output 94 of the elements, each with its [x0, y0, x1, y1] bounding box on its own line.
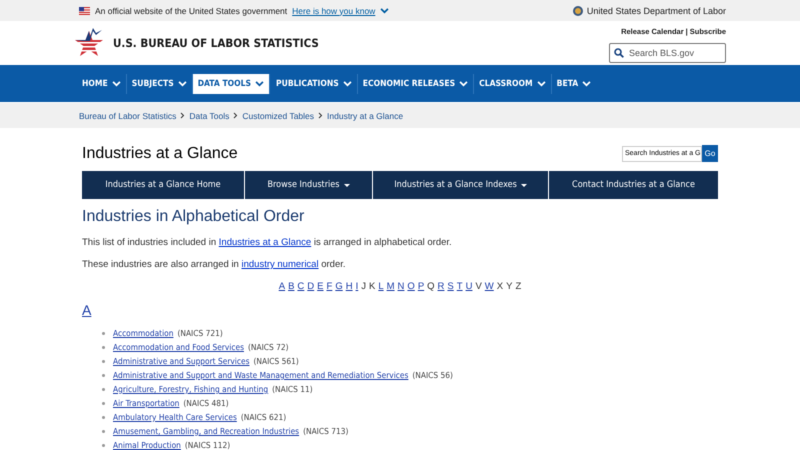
bullet-icon — [102, 374, 105, 376]
industry-link[interactable]: Agriculture, Forestry, Fishing and Hunting — [113, 384, 268, 394]
letter-anchor-link[interactable]: A — [82, 302, 92, 318]
chevron-icon — [318, 112, 324, 119]
chevron-icon — [112, 80, 121, 86]
naics-code: (NAICS 481) — [183, 398, 229, 408]
nav-tab[interactable]: DATA TOOLS — [192, 74, 270, 94]
flag-icon — [79, 6, 90, 14]
department-name: United States Department of Labor — [586, 6, 726, 16]
bullet-icon — [102, 332, 105, 334]
chevron-icon — [180, 112, 186, 119]
section-heading: Industries in Alphabetical Order — [82, 207, 306, 227]
subnav-tab[interactable]: Contact Industries at a Glance — [549, 171, 718, 199]
chevron-icon — [342, 80, 352, 86]
paragraph: This list of industries included in Industries at a Glance is arranged in alphabetical order. — [82, 237, 453, 249]
letter-link[interactable]: R — [438, 281, 444, 292]
naics-code: (NAICS 112) — [184, 440, 230, 450]
go-button[interactable]: Go — [702, 145, 718, 162]
page-title: Industries at a Glance — [82, 144, 238, 164]
how-you-know-link[interactable]: Here is how you know — [292, 6, 376, 16]
letter-link[interactable]: H — [346, 281, 353, 292]
site-title: U.S. BUREAU OF LABOR STATISTICS — [113, 36, 320, 50]
letter: V — [475, 281, 482, 292]
bullet-icon — [102, 402, 105, 404]
text-link[interactable]: Industries at a Glance — [218, 237, 312, 248]
bullet-icon — [102, 416, 105, 418]
official-site-text: An official website of the United States government — [95, 6, 288, 16]
industry-link[interactable]: Amusement, Gambling, and Recreation Industries — [113, 426, 300, 436]
text-link[interactable]: industry numerical — [241, 259, 319, 270]
industry-link[interactable]: Air Transportation — [113, 398, 180, 408]
letter-link[interactable]: M — [386, 281, 395, 292]
chevron-icon — [233, 112, 238, 119]
chevron-icon — [582, 80, 592, 86]
naics-code: (NAICS 561) — [253, 356, 299, 366]
letter-link[interactable]: N — [398, 281, 404, 292]
letter-link[interactable]: B — [288, 281, 294, 292]
breadcrumb-link[interactable]: Customized Tables — [242, 110, 314, 120]
industry-link[interactable]: Accommodation — [113, 328, 174, 338]
letter-link[interactable]: A — [278, 281, 286, 292]
naics-code: (NAICS 56) — [412, 370, 453, 380]
subnav-tab[interactable]: Industries at a Glance Home — [82, 171, 244, 199]
naics-code: (NAICS 721) — [177, 328, 223, 338]
naics-code: (NAICS 72) — [248, 342, 289, 352]
naics-code: (NAICS 621) — [240, 412, 286, 422]
nav-tab[interactable]: HOME — [77, 74, 127, 94]
letter-link[interactable]: P — [418, 281, 424, 292]
letter: Q — [427, 281, 435, 292]
search-icon — [614, 48, 624, 58]
letter-link[interactable]: S — [447, 281, 454, 292]
nav-tab[interactable]: CLASSROOM — [474, 74, 552, 94]
letter-link[interactable]: D — [307, 281, 314, 292]
letter-link[interactable]: G — [335, 281, 343, 292]
subnav-tab[interactable]: Industries at a Glance Indexes — [373, 171, 548, 199]
chevron-icon — [536, 80, 546, 86]
letter-link[interactable]: U — [466, 281, 472, 292]
letter-link[interactable]: I — [356, 281, 358, 292]
industry-link[interactable]: Administrative and Support and Waste Management and Remediation Services — [113, 370, 408, 380]
nav-tab[interactable]: PUBLICATIONS — [271, 74, 358, 94]
letter: J — [361, 281, 366, 292]
letter-link[interactable]: E — [317, 281, 324, 292]
letter: X — [496, 281, 504, 292]
paragraph: These industries are also arranged in industry numerical order. — [82, 259, 347, 271]
bullet-icon — [102, 346, 105, 348]
chevron-icon — [459, 80, 468, 86]
letter-link[interactable]: C — [297, 281, 304, 292]
industry-link[interactable]: Animal Production — [113, 440, 181, 450]
letter-link[interactable]: W — [484, 281, 494, 292]
bullet-icon — [102, 360, 105, 362]
industry-link[interactable]: Administrative and Support Services — [113, 356, 250, 366]
chevron-icon — [380, 8, 390, 14]
letter: K — [368, 281, 376, 292]
seal-icon — [572, 6, 583, 16]
industry-link[interactable]: Ambulatory Health Care Services — [113, 412, 237, 422]
letter: Z — [515, 281, 522, 292]
breadcrumb-link[interactable]: Industry at a Glance — [327, 110, 404, 120]
naics-code: (NAICS 713) — [303, 426, 348, 436]
industry-link[interactable]: Accommodation and Food Services — [113, 342, 244, 352]
letter-link[interactable]: T — [456, 281, 463, 292]
search-field[interactable]: Search BLS.gov — [609, 43, 726, 63]
nav-tab[interactable]: ECONOMIC RELEASES — [358, 74, 474, 94]
letter: Y — [506, 281, 512, 292]
breadcrumb-link[interactable]: Data Tools — [189, 110, 230, 120]
letter-link[interactable]: O — [407, 281, 415, 292]
bullet-icon — [102, 444, 105, 446]
letter-link[interactable]: L — [378, 281, 384, 292]
letter-link[interactable]: F — [326, 281, 332, 292]
chevron-icon — [255, 80, 264, 86]
chevron-icon — [178, 80, 187, 86]
bullet-icon — [102, 388, 105, 390]
breadcrumb-link[interactable]: Bureau of Labor Statistics — [79, 110, 176, 120]
subnav-tab[interactable]: Browse Industries — [245, 171, 372, 199]
nav-tab[interactable]: BETA — [552, 74, 596, 94]
naics-code: (NAICS 11) — [272, 384, 313, 394]
bullet-icon — [102, 430, 105, 432]
